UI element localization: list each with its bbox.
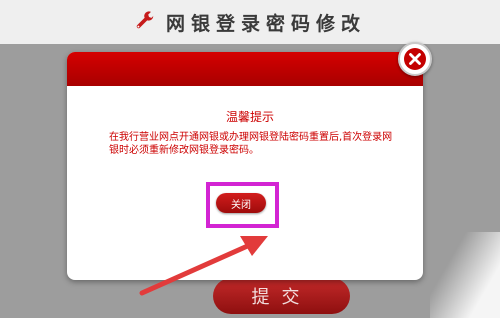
decorative-fade (430, 232, 500, 318)
pointer-arrow-icon (139, 236, 268, 296)
